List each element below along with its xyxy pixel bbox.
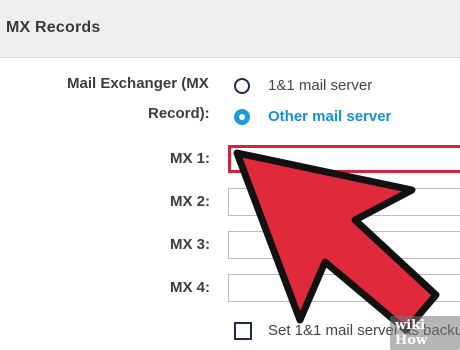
- mx2-input[interactable]: [228, 188, 460, 216]
- mx4-input[interactable]: [228, 274, 460, 302]
- mail-exchanger-label: Mail Exchanger (MX: [67, 75, 209, 92]
- mx4-label: MX 4:: [170, 279, 211, 296]
- radio-button[interactable]: [234, 77, 250, 94]
- mx1-input[interactable]: [228, 145, 460, 173]
- mx3-input[interactable]: [228, 231, 460, 259]
- radio-button-selected[interactable]: [234, 108, 250, 125]
- radio-label: Other mail server: [268, 108, 392, 125]
- mx1-label: MX 1:: [170, 150, 211, 167]
- section-header: MX Records: [0, 0, 460, 58]
- radio-option-other[interactable]: Other mail server: [234, 108, 391, 125]
- section-title: MX Records: [6, 19, 101, 36]
- mail-exchanger-label-cont: Record):: [148, 105, 210, 122]
- radio-option-1and1[interactable]: 1&1 mail server: [234, 77, 372, 94]
- backup-checkbox-label: Set 1&1 mail server as backup: [268, 322, 460, 339]
- mx2-label: MX 2:: [170, 193, 211, 210]
- backup-checkbox[interactable]: [234, 322, 252, 340]
- mx3-label: MX 3:: [170, 236, 211, 253]
- radio-label: 1&1 mail server: [268, 77, 373, 94]
